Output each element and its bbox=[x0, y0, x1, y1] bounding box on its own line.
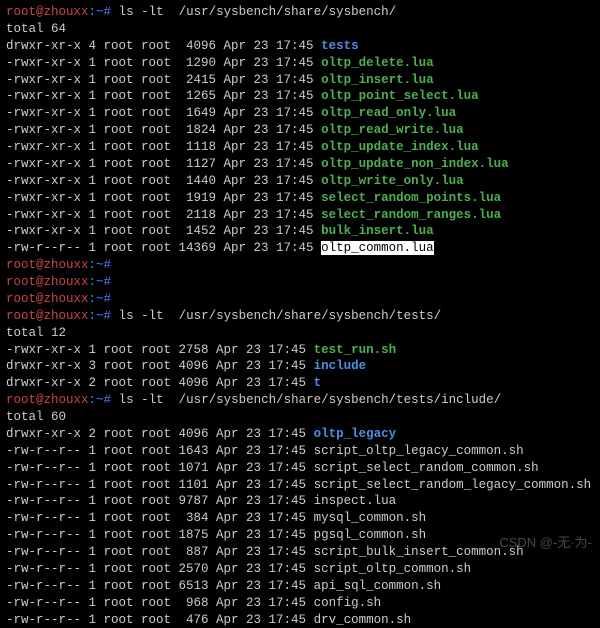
file-name: select_random_points.lua bbox=[321, 191, 501, 205]
file-row: -rwxr-xr-x 1 root root 1127 Apr 23 17:45… bbox=[6, 156, 594, 173]
file-row: -rw-r--r-- 1 root root 384 Apr 23 17:45 … bbox=[6, 510, 594, 527]
file-row: -rwxr-xr-x 1 root root 2415 Apr 23 17:45… bbox=[6, 72, 594, 89]
file-name: oltp_insert.lua bbox=[321, 73, 434, 87]
file-meta: drwxr-xr-x 3 root root 4096 Apr 23 17:45 bbox=[6, 359, 314, 373]
file-meta: -rw-r--r-- 1 root root 968 Apr 23 17:45 bbox=[6, 596, 314, 610]
file-row: -rwxr-xr-x 1 root root 1824 Apr 23 17:45… bbox=[6, 122, 594, 139]
file-name: drv_common.sh bbox=[314, 613, 412, 627]
file-name: inspect.lua bbox=[314, 494, 397, 508]
prompt-line: root@zhouxx:~# ls -lt /usr/sysbench/shar… bbox=[6, 392, 594, 409]
file-row: -rw-r--r-- 1 root root 9787 Apr 23 17:45… bbox=[6, 493, 594, 510]
file-meta: -rw-r--r-- 1 root root 1875 Apr 23 17:45 bbox=[6, 528, 314, 542]
file-meta: -rwxr-xr-x 1 root root 1127 Apr 23 17:45 bbox=[6, 157, 321, 171]
file-row: -rw-r--r-- 1 root root 476 Apr 23 17:45 … bbox=[6, 612, 594, 628]
file-meta: -rw-r--r-- 1 root root 1101 Apr 23 17:45 bbox=[6, 478, 314, 492]
total-line: total 60 bbox=[6, 409, 594, 426]
file-name: test_run.sh bbox=[314, 343, 397, 357]
file-name: oltp_write_only.lua bbox=[321, 174, 464, 188]
file-row: -rw-r--r-- 1 root root 1643 Apr 23 17:45… bbox=[6, 443, 594, 460]
file-meta: -rwxr-xr-x 1 root root 2758 Apr 23 17:45 bbox=[6, 343, 314, 357]
file-row: -rw-r--r-- 1 root root 6513 Apr 23 17:45… bbox=[6, 578, 594, 595]
file-meta: -rwxr-xr-x 1 root root 2118 Apr 23 17:45 bbox=[6, 208, 321, 222]
file-name: script_oltp_legacy_common.sh bbox=[314, 444, 524, 458]
file-row: -rwxr-xr-x 1 root root 1265 Apr 23 17:45… bbox=[6, 88, 594, 105]
file-row: drwxr-xr-x 2 root root 4096 Apr 23 17:45… bbox=[6, 426, 594, 443]
file-row: -rwxr-xr-x 1 root root 2758 Apr 23 17:45… bbox=[6, 342, 594, 359]
prompt-user: root bbox=[6, 5, 36, 19]
file-row: drwxr-xr-x 3 root root 4096 Apr 23 17:45… bbox=[6, 358, 594, 375]
file-meta: -rwxr-xr-x 1 root root 1440 Apr 23 17:45 bbox=[6, 174, 321, 188]
file-name: script_bulk_insert_common.sh bbox=[314, 545, 524, 559]
prompt-line: root@zhouxx:~# bbox=[6, 257, 594, 274]
file-name: oltp_update_index.lua bbox=[321, 140, 479, 154]
file-meta: -rwxr-xr-x 1 root root 1452 Apr 23 17:45 bbox=[6, 224, 321, 238]
file-name: oltp_point_select.lua bbox=[321, 89, 479, 103]
file-row: -rwxr-xr-x 1 root root 1452 Apr 23 17:45… bbox=[6, 223, 594, 240]
file-row: -rwxr-xr-x 1 root root 2118 Apr 23 17:45… bbox=[6, 207, 594, 224]
file-name: script_oltp_common.sh bbox=[314, 562, 472, 576]
prompt-line: root@zhouxx:~# ls -lt /usr/sysbench/shar… bbox=[6, 308, 594, 325]
file-name: config.sh bbox=[314, 596, 382, 610]
file-name: t bbox=[314, 376, 322, 390]
prompt-line: root@zhouxx:~# bbox=[6, 274, 594, 291]
file-meta: drwxr-xr-x 4 root root 4096 Apr 23 17:45 bbox=[6, 39, 321, 53]
file-meta: -rw-r--r-- 1 root root 9787 Apr 23 17:45 bbox=[6, 494, 314, 508]
file-name: include bbox=[314, 359, 367, 373]
file-meta: -rw-r--r-- 1 root root 14369 Apr 23 17:4… bbox=[6, 241, 321, 255]
file-meta: -rw-r--r-- 1 root root 887 Apr 23 17:45 bbox=[6, 545, 314, 559]
total-line: total 64 bbox=[6, 21, 594, 38]
file-meta: -rw-r--r-- 1 root root 6513 Apr 23 17:45 bbox=[6, 579, 314, 593]
prompt-sep: :~# bbox=[89, 5, 119, 19]
prompt-host: zhouxx bbox=[44, 5, 89, 19]
file-meta: -rwxr-xr-x 1 root root 1118 Apr 23 17:45 bbox=[6, 140, 321, 154]
file-name: select_random_ranges.lua bbox=[321, 208, 501, 222]
file-row: -rwxr-xr-x 1 root root 1440 Apr 23 17:45… bbox=[6, 173, 594, 190]
watermark: CSDN @-无·为- bbox=[499, 534, 592, 552]
file-row: drwxr-xr-x 4 root root 4096 Apr 23 17:45… bbox=[6, 38, 594, 55]
file-name: oltp_delete.lua bbox=[321, 56, 434, 70]
file-meta: -rw-r--r-- 1 root root 1643 Apr 23 17:45 bbox=[6, 444, 314, 458]
file-row: -rwxr-xr-x 1 root root 1919 Apr 23 17:45… bbox=[6, 190, 594, 207]
file-name: oltp_read_write.lua bbox=[321, 123, 464, 137]
file-meta: -rw-r--r-- 1 root root 476 Apr 23 17:45 bbox=[6, 613, 314, 627]
file-meta: drwxr-xr-x 2 root root 4096 Apr 23 17:45 bbox=[6, 376, 314, 390]
command-text: ls -lt /usr/sysbench/share/sysbench/test… bbox=[119, 309, 442, 323]
file-row: -rwxr-xr-x 1 root root 1290 Apr 23 17:45… bbox=[6, 55, 594, 72]
file-row: -rw-r--r-- 1 root root 1071 Apr 23 17:45… bbox=[6, 460, 594, 477]
file-meta: -rwxr-xr-x 1 root root 1824 Apr 23 17:45 bbox=[6, 123, 321, 137]
file-row: -rw-r--r-- 1 root root 968 Apr 23 17:45 … bbox=[6, 595, 594, 612]
file-name: tests bbox=[321, 39, 359, 53]
file-name: script_select_random_legacy_common.sh bbox=[314, 478, 592, 492]
file-meta: -rwxr-xr-x 1 root root 1649 Apr 23 17:45 bbox=[6, 106, 321, 120]
file-row: -rw-r--r-- 1 root root 1101 Apr 23 17:45… bbox=[6, 477, 594, 494]
file-name: oltp_update_non_index.lua bbox=[321, 157, 509, 171]
file-name: bulk_insert.lua bbox=[321, 224, 434, 238]
file-meta: -rwxr-xr-x 1 root root 1290 Apr 23 17:45 bbox=[6, 56, 321, 70]
file-meta: -rw-r--r-- 1 root root 1071 Apr 23 17:45 bbox=[6, 461, 314, 475]
file-meta: -rw-r--r-- 1 root root 2570 Apr 23 17:45 bbox=[6, 562, 314, 576]
command-text: ls -lt /usr/sysbench/share/sysbench/test… bbox=[119, 393, 502, 407]
file-row: -rwxr-xr-x 1 root root 1649 Apr 23 17:45… bbox=[6, 105, 594, 122]
file-meta: drwxr-xr-x 2 root root 4096 Apr 23 17:45 bbox=[6, 427, 314, 441]
file-name: mysql_common.sh bbox=[314, 511, 427, 525]
prompt-line: root@zhouxx:~# ls -lt /usr/sysbench/shar… bbox=[6, 4, 594, 21]
file-meta: -rwxr-xr-x 1 root root 2415 Apr 23 17:45 bbox=[6, 73, 321, 87]
file-meta: -rw-r--r-- 1 root root 384 Apr 23 17:45 bbox=[6, 511, 314, 525]
file-meta: -rwxr-xr-x 1 root root 1265 Apr 23 17:45 bbox=[6, 89, 321, 103]
command-text: ls -lt /usr/sysbench/share/sysbench/ bbox=[119, 5, 397, 19]
file-name: oltp_common.lua bbox=[321, 241, 434, 255]
file-name: oltp_read_only.lua bbox=[321, 106, 456, 120]
file-name: script_select_random_common.sh bbox=[314, 461, 539, 475]
file-name: pgsql_common.sh bbox=[314, 528, 427, 542]
file-name: oltp_legacy bbox=[314, 427, 397, 441]
file-row: -rw-r--r-- 1 root root 2570 Apr 23 17:45… bbox=[6, 561, 594, 578]
file-row: drwxr-xr-x 2 root root 4096 Apr 23 17:45… bbox=[6, 375, 594, 392]
prompt-line: root@zhouxx:~# bbox=[6, 291, 594, 308]
file-row: -rw-r--r-- 1 root root 14369 Apr 23 17:4… bbox=[6, 240, 594, 257]
total-line: total 12 bbox=[6, 325, 594, 342]
file-meta: -rwxr-xr-x 1 root root 1919 Apr 23 17:45 bbox=[6, 191, 321, 205]
file-name: api_sql_common.sh bbox=[314, 579, 442, 593]
file-row: -rwxr-xr-x 1 root root 1118 Apr 23 17:45… bbox=[6, 139, 594, 156]
